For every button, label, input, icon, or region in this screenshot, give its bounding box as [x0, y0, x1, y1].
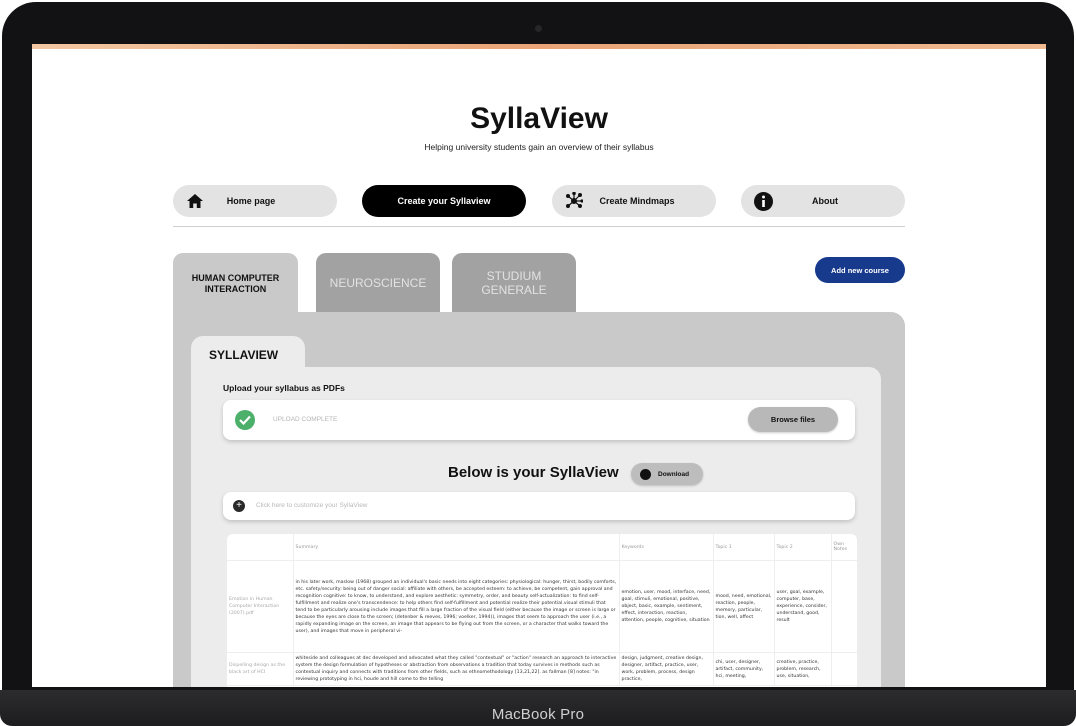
- tab-human-computer-interaction[interactable]: HUMAN COMPUTER INTERACTION: [173, 253, 298, 315]
- browse-files-button[interactable]: Browse files: [748, 407, 838, 432]
- upload-status: UPLOAD COMPLETE: [273, 416, 338, 423]
- summary-cell: in his later work, maslow (1968) grouped…: [293, 560, 620, 653]
- topic1-cell: chi, user, designer, artifact, community…: [713, 652, 775, 686]
- customize-text: Click here to customize your SyllaView: [256, 502, 368, 509]
- upload-label: Upload your syllabus as PDFs: [223, 383, 345, 393]
- tab-label: HUMAN COMPUTER INTERACTION: [191, 273, 280, 294]
- keywords-cell: design, judgment, creative design, desig…: [619, 652, 714, 686]
- download-button[interactable]: Download: [631, 463, 703, 485]
- info-icon: [753, 191, 773, 211]
- app-title: SyllaView: [470, 102, 608, 135]
- nav-about-button[interactable]: About: [741, 185, 905, 217]
- network-icon: [564, 191, 584, 211]
- header-own-notes: Own Notes: [831, 534, 857, 561]
- camera-icon: [535, 25, 542, 32]
- header-topic-1: Topic 1: [713, 534, 775, 561]
- download-icon: [640, 468, 651, 480]
- notes-cell[interactable]: [831, 560, 857, 653]
- tab-label: STUDIUM GENERALE: [481, 268, 547, 297]
- upload-box: UPLOAD COMPLETE Browse files: [223, 400, 855, 440]
- home-icon: [185, 191, 205, 211]
- app-screen: SyllaView Helping university students ga…: [32, 44, 1046, 687]
- topic2-cell: creative, practice, problem, research, u…: [774, 652, 832, 686]
- keywords-cell: emotion, user, mood, interface, need, go…: [619, 560, 714, 653]
- nav-home-button[interactable]: Home page: [173, 185, 337, 217]
- file-cell[interactable]: Dispelling design as the black art of HC…: [227, 652, 294, 686]
- header-keywords: Keywords: [619, 534, 714, 561]
- table-row: Emotion in Human Computer Interaction (2…: [227, 560, 857, 653]
- nav-create-button[interactable]: Create your Syllaview: [362, 185, 526, 217]
- topic2-cell: user, goal, example, computer, base, exp…: [774, 560, 832, 653]
- download-label: Download: [658, 470, 690, 478]
- add-course-button[interactable]: Add new course: [815, 257, 905, 283]
- app-subtitle: Helping university students gain an over…: [424, 142, 654, 152]
- tab-neuroscience[interactable]: NEUROSCIENCE: [316, 253, 440, 312]
- nav-create-label: Create your Syllaview: [397, 196, 491, 206]
- result-title: Below is your SyllaView: [448, 464, 619, 481]
- notes-cell[interactable]: [831, 652, 857, 686]
- table-row: Dispelling design as the black art of HC…: [227, 652, 857, 686]
- file-cell[interactable]: Emotion in Human Computer Interaction (2…: [227, 560, 294, 653]
- customize-bar[interactable]: + Click here to customize your SyllaView: [223, 492, 855, 520]
- nav-divider: [173, 226, 905, 227]
- tab-studium-generale[interactable]: STUDIUM GENERALE: [452, 253, 576, 312]
- header-summary: Summary: [293, 534, 620, 561]
- check-icon: [235, 410, 255, 430]
- header-topic-2: Topic 2: [774, 534, 832, 561]
- device-label: MacBook Pro: [491, 706, 585, 723]
- plus-icon: +: [233, 500, 245, 512]
- tab-label: NEUROSCIENCE: [329, 275, 427, 290]
- nav-mindmaps-button[interactable]: Create Mindmaps: [552, 185, 716, 217]
- laptop-frame: MacBook Pro SyllaView Helping university…: [0, 0, 1076, 726]
- topic1-cell: mood, need, emotional, reaction, people,…: [713, 560, 775, 653]
- summary-cell: whiteside and colleagues at dec develope…: [293, 652, 620, 686]
- syllaview-table: Summary Keywords Topic 1 Topic 2 Own Not…: [227, 534, 857, 687]
- header-file: [227, 534, 294, 561]
- table-header-row: Summary Keywords Topic 1 Topic 2 Own Not…: [227, 534, 857, 561]
